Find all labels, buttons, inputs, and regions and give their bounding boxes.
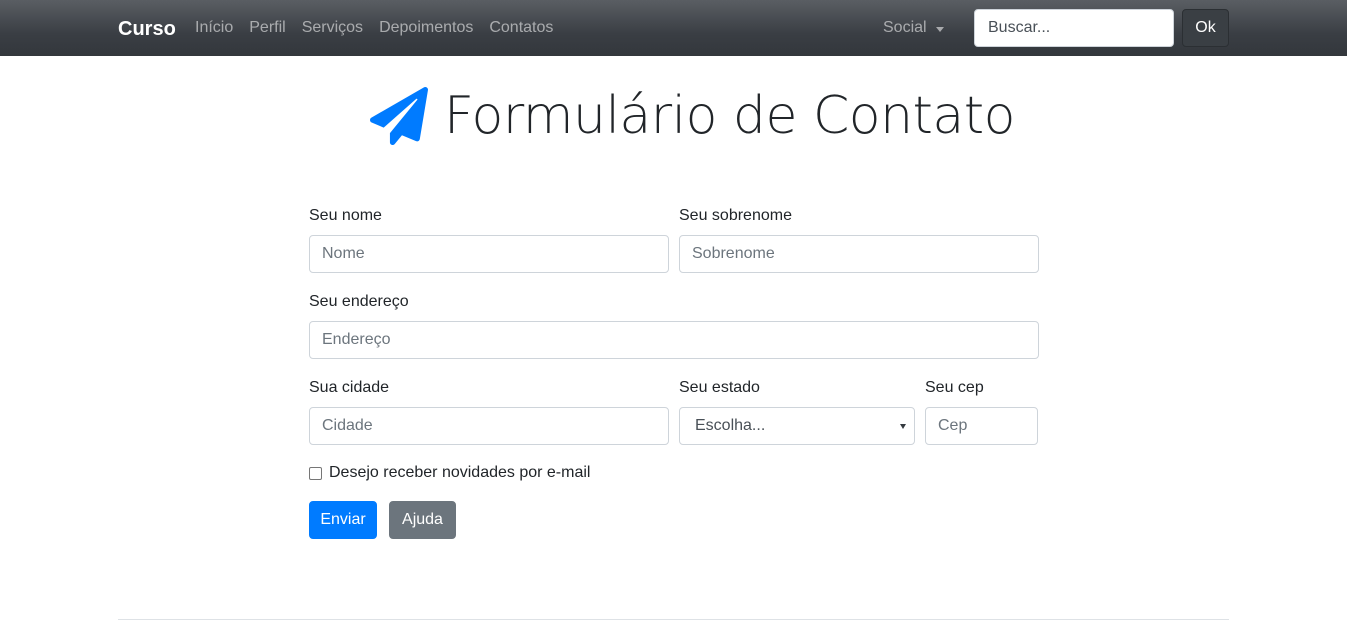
newsletter-checkbox[interactable]	[309, 466, 322, 480]
caret-down-icon	[935, 26, 944, 32]
search-input[interactable]	[974, 9, 1174, 47]
paper-plane-icon	[370, 87, 428, 145]
page-header: Formulário de Contato	[370, 84, 1016, 148]
nav-link-perfil[interactable]: Perfil	[249, 18, 285, 38]
submit-button[interactable]: Enviar	[309, 501, 377, 539]
social-dropdown[interactable]: Social	[883, 18, 944, 38]
cep-input[interactable]	[925, 407, 1038, 445]
nav-link-depoimentos[interactable]: Depoimentos	[379, 18, 473, 38]
endereco-input[interactable]	[309, 321, 1039, 359]
navbar-brand[interactable]: Curso	[118, 17, 176, 41]
navbar: Curso Início Perfil Serviços Depoimentos…	[0, 0, 1347, 56]
social-dropdown-label: Social	[883, 19, 927, 36]
nav-link-inicio[interactable]: Início	[195, 18, 233, 38]
nav-link-servicos[interactable]: Serviços	[302, 18, 363, 38]
estado-label: Seu estado	[679, 379, 760, 396]
page-title: Formulário de Contato	[444, 86, 1016, 146]
help-button[interactable]: Ajuda	[389, 501, 456, 539]
nav-links: Início Perfil Serviços Depoimentos Conta…	[195, 18, 569, 38]
select-arrow-icon	[900, 423, 906, 429]
sobrenome-input[interactable]	[679, 235, 1039, 273]
nome-label: Seu nome	[309, 207, 382, 224]
footer-divider	[118, 619, 1229, 620]
newsletter-label[interactable]: Desejo receber novidades por e-mail	[329, 463, 590, 483]
newsletter-option: Desejo receber novidades por e-mail	[309, 463, 590, 483]
search-button[interactable]: Ok	[1182, 9, 1229, 47]
estado-select[interactable]: Escolha...	[679, 407, 915, 445]
cidade-label: Sua cidade	[309, 379, 390, 396]
estado-selected-value: Escolha...	[695, 417, 766, 434]
endereco-label: Seu endereço	[309, 293, 409, 310]
nome-input[interactable]	[309, 235, 669, 273]
sobrenome-label: Seu sobrenome	[679, 207, 792, 224]
cep-label: Seu cep	[925, 379, 984, 396]
cidade-input[interactable]	[309, 407, 669, 445]
nav-link-contatos[interactable]: Contatos	[489, 18, 553, 38]
